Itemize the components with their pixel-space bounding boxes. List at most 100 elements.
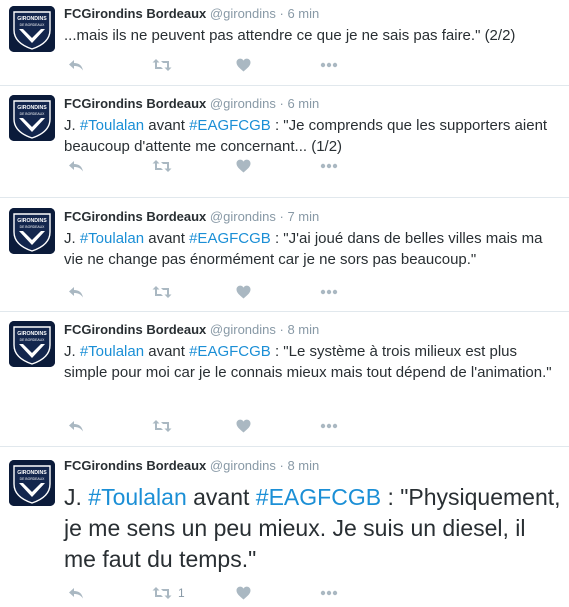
tweet-mid: avant: [144, 343, 190, 360]
retweet-icon: [152, 160, 172, 172]
like-button[interactable]: [236, 284, 320, 300]
like-button[interactable]: [236, 585, 320, 601]
tweet-prefix: J.: [64, 117, 80, 134]
tweet-prefix: J.: [64, 484, 89, 510]
separator: ·: [279, 6, 284, 21]
like-icon: [236, 159, 251, 173]
more-icon: [320, 62, 338, 68]
timestamp[interactable]: 6 min: [287, 96, 319, 111]
timestamp[interactable]: 8 min: [287, 458, 319, 473]
retweet-button[interactable]: [152, 158, 236, 174]
retweet-icon: [152, 420, 172, 432]
display-name[interactable]: FCGirondins Bordeaux: [64, 322, 206, 337]
timestamp[interactable]: 6 min: [287, 6, 319, 21]
reply-icon: [69, 287, 83, 298]
logo-text: GIRONDINS: [17, 218, 47, 224]
hashtag-link[interactable]: #EAGFCGB: [189, 343, 271, 360]
reply-button[interactable]: [68, 585, 152, 601]
tweet-prefix: J.: [64, 230, 80, 247]
avatar[interactable]: GIRONDINS DE BORDEAUX: [9, 321, 55, 367]
logo-text: GIRONDINS: [17, 105, 47, 111]
reply-icon: [69, 161, 83, 172]
tweet-text: ...mais ils ne peuvent pas attendre ce q…: [64, 25, 561, 46]
like-button[interactable]: [236, 418, 320, 434]
girondins-logo-icon: GIRONDINS DE BORDEAUX: [9, 6, 55, 52]
tweet-body: ...mais ils ne peuvent pas attendre ce q…: [64, 27, 516, 44]
tweet-actions: [68, 158, 404, 174]
like-icon: [236, 586, 251, 600]
hashtag-link[interactable]: #Toulalan: [80, 343, 144, 360]
handle[interactable]: @girondins: [210, 322, 276, 337]
tweet-actions: 1: [68, 585, 404, 601]
more-button[interactable]: [320, 585, 404, 601]
avatar[interactable]: GIRONDINS DE BORDEAUX: [9, 6, 55, 52]
tweet-actions: [68, 418, 404, 434]
display-name[interactable]: FCGirondins Bordeaux: [64, 96, 206, 111]
tweet[interactable]: GIRONDINS DE BORDEAUX FCGirondins Bordea…: [0, 312, 569, 447]
reply-button[interactable]: [68, 284, 152, 300]
tweet-mid: avant: [144, 117, 190, 134]
tweet-text: J. #Toulalan avant #EAGFCGB : "J'ai joué…: [64, 228, 561, 270]
tweet[interactable]: GIRONDINS DE BORDEAUX FCGirondins Bordea…: [0, 0, 569, 86]
reply-button[interactable]: [68, 418, 152, 434]
more-button[interactable]: [320, 418, 404, 434]
retweet-button[interactable]: 1: [152, 585, 236, 601]
retweet-icon: [152, 286, 172, 298]
more-icon: [320, 423, 338, 429]
tweet-text: J. #Toulalan avant #EAGFCGB : "Le systèm…: [64, 341, 561, 383]
hashtag-link[interactable]: #EAGFCGB: [189, 230, 271, 247]
tweet-header: FCGirondins Bordeaux @girondins · 6 min: [64, 6, 561, 22]
logo-subtext: DE BORDEAUX: [20, 23, 45, 27]
handle[interactable]: @girondins: [210, 209, 276, 224]
logo-text: GIRONDINS: [17, 16, 47, 22]
retweet-button[interactable]: [152, 418, 236, 434]
separator: ·: [279, 209, 284, 224]
avatar[interactable]: GIRONDINS DE BORDEAUX: [9, 460, 55, 506]
like-button[interactable]: [236, 158, 320, 174]
girondins-logo-icon: GIRONDINS DE BORDEAUX: [9, 95, 55, 141]
retweet-button[interactable]: [152, 284, 236, 300]
more-button[interactable]: [320, 158, 404, 174]
hashtag-link[interactable]: #EAGFCGB: [189, 117, 271, 134]
tweet[interactable]: GIRONDINS DE BORDEAUX FCGirondins Bordea…: [0, 447, 569, 607]
retweet-icon: [152, 59, 172, 71]
like-button[interactable]: [236, 57, 320, 73]
hashtag-link[interactable]: #Toulalan: [88, 484, 186, 510]
retweet-button[interactable]: [152, 57, 236, 73]
display-name[interactable]: FCGirondins Bordeaux: [64, 209, 206, 224]
handle[interactable]: @girondins: [210, 458, 276, 473]
retweet-icon: [152, 587, 172, 599]
reply-button[interactable]: [68, 57, 152, 73]
display-name[interactable]: FCGirondins Bordeaux: [64, 6, 206, 21]
timestamp[interactable]: 8 min: [287, 322, 319, 337]
hashtag-link[interactable]: #Toulalan: [80, 230, 144, 247]
tweet[interactable]: GIRONDINS DE BORDEAUX FCGirondins Bordea…: [0, 86, 569, 198]
tweet-text: J. #Toulalan avant #EAGFCGB : "Physiquem…: [64, 482, 561, 575]
handle[interactable]: @girondins: [210, 6, 276, 21]
display-name[interactable]: FCGirondins Bordeaux: [64, 458, 206, 473]
tweet-prefix: J.: [64, 343, 80, 360]
tweet-header: FCGirondins Bordeaux @girondins · 8 min: [64, 458, 561, 474]
tweet-actions: [68, 284, 404, 300]
separator: ·: [279, 458, 284, 473]
more-button[interactable]: [320, 284, 404, 300]
more-button[interactable]: [320, 57, 404, 73]
reply-button[interactable]: [68, 158, 152, 174]
logo-text: GIRONDINS: [17, 470, 47, 476]
girondins-logo-icon: GIRONDINS DE BORDEAUX: [9, 460, 55, 506]
tweet-mid: avant: [186, 484, 256, 510]
tweet[interactable]: GIRONDINS DE BORDEAUX FCGirondins Bordea…: [0, 198, 569, 312]
tweet-header: FCGirondins Bordeaux @girondins · 7 min: [64, 209, 561, 225]
hashtag-link[interactable]: #Toulalan: [80, 117, 144, 134]
tweet-header: FCGirondins Bordeaux @girondins · 6 min: [64, 96, 561, 112]
like-icon: [236, 58, 251, 72]
handle[interactable]: @girondins: [210, 96, 276, 111]
avatar[interactable]: GIRONDINS DE BORDEAUX: [9, 208, 55, 254]
girondins-logo-icon: GIRONDINS DE BORDEAUX: [9, 208, 55, 254]
avatar[interactable]: GIRONDINS DE BORDEAUX: [9, 95, 55, 141]
more-icon: [320, 163, 338, 169]
like-icon: [236, 285, 251, 299]
more-icon: [320, 590, 338, 596]
timestamp[interactable]: 7 min: [287, 209, 319, 224]
hashtag-link[interactable]: #EAGFCGB: [256, 484, 381, 510]
